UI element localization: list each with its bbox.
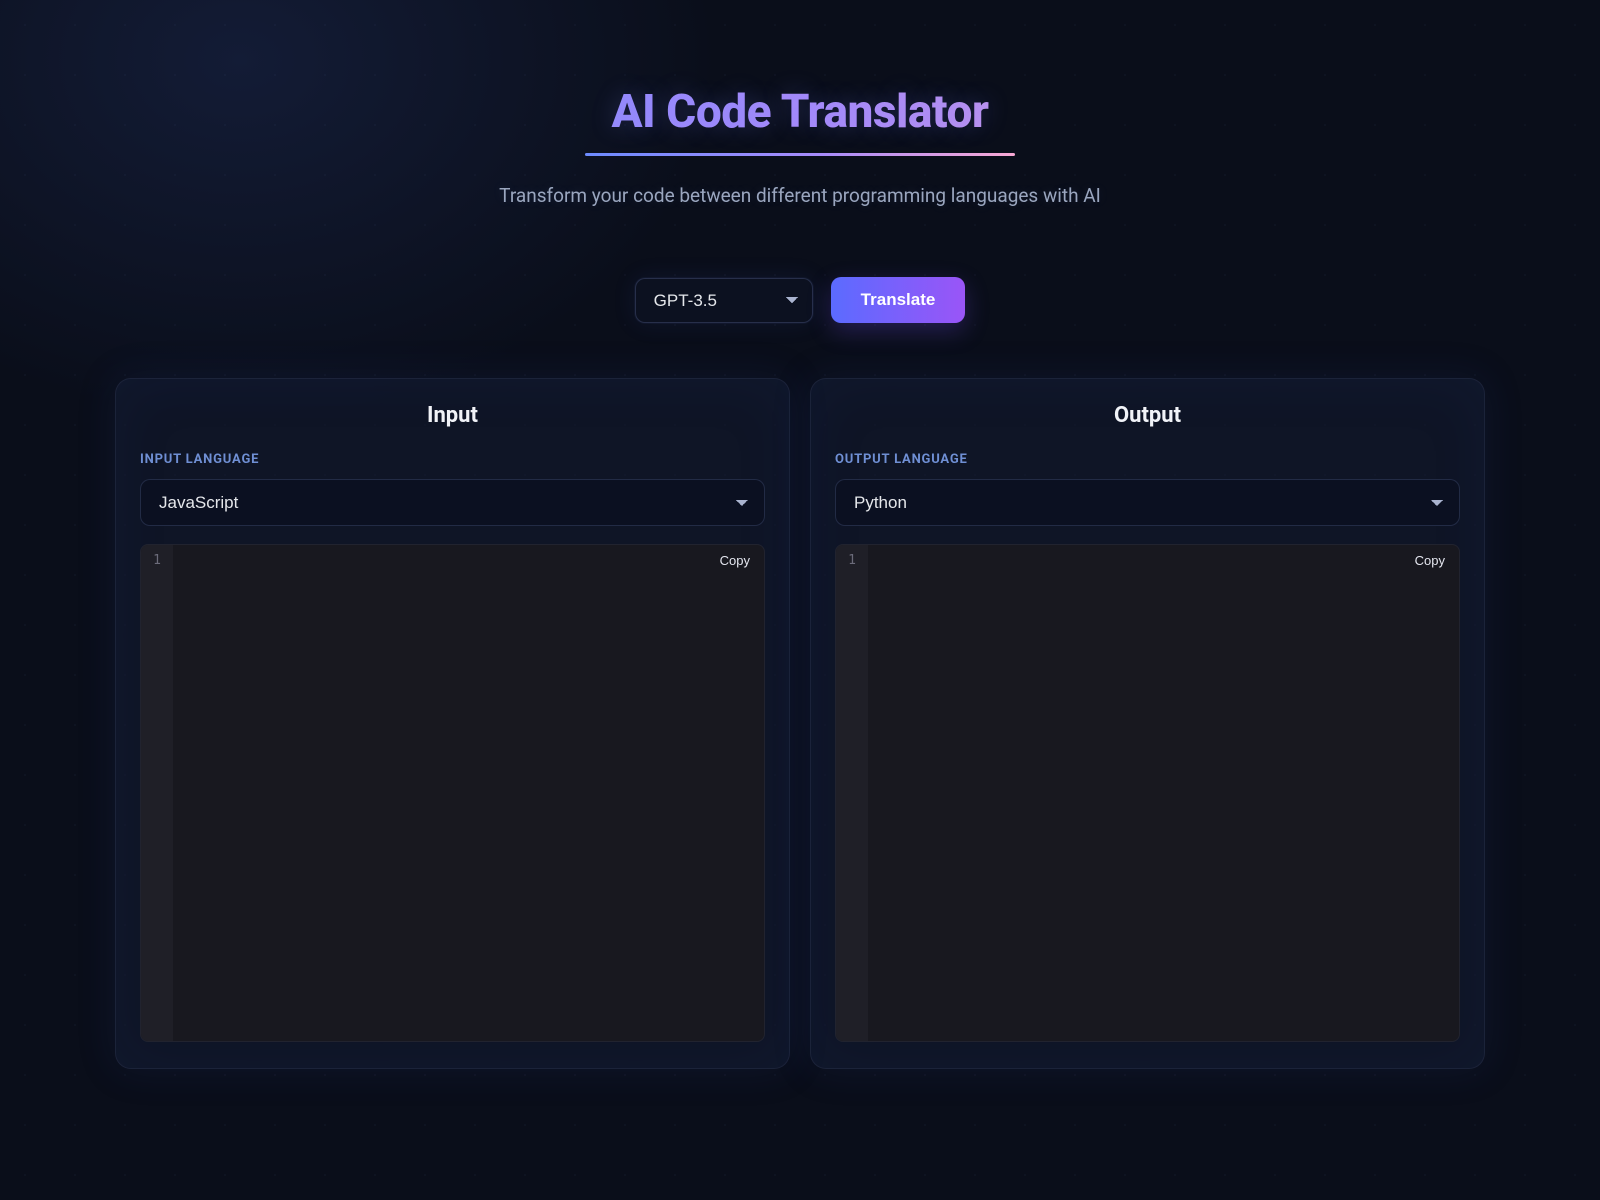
line-number: 1 [836, 553, 868, 568]
output-panel: Output OUTPUT LANGUAGE Python 1 Copy [810, 378, 1485, 1069]
output-editor-gutter: 1 [836, 545, 868, 1041]
input-panel-title: Input [140, 403, 765, 428]
input-editor: 1 Copy [140, 544, 765, 1042]
input-panel: Input INPUT LANGUAGE JavaScript 1 Copy [115, 378, 790, 1069]
input-language-label: INPUT LANGUAGE [140, 452, 765, 467]
output-code-textarea[interactable] [870, 551, 1453, 1035]
header: AI Code Translator Transform your code b… [115, 85, 1485, 207]
page-title: AI Code Translator [115, 85, 1485, 139]
controls-row: GPT-3.5 Translate [115, 277, 1485, 323]
model-select[interactable]: GPT-3.5 [635, 278, 813, 323]
input-code-textarea[interactable] [175, 551, 758, 1035]
output-panel-title: Output [835, 403, 1460, 428]
output-language-select[interactable]: Python [835, 479, 1460, 526]
line-number: 1 [141, 553, 173, 568]
input-editor-gutter: 1 [141, 545, 173, 1041]
input-language-select[interactable]: JavaScript [140, 479, 765, 526]
output-editor: 1 Copy [835, 544, 1460, 1042]
title-underline [585, 153, 1015, 156]
page-subtitle: Transform your code between different pr… [115, 184, 1485, 207]
translate-button[interactable]: Translate [831, 277, 966, 323]
output-language-label: OUTPUT LANGUAGE [835, 452, 1460, 467]
